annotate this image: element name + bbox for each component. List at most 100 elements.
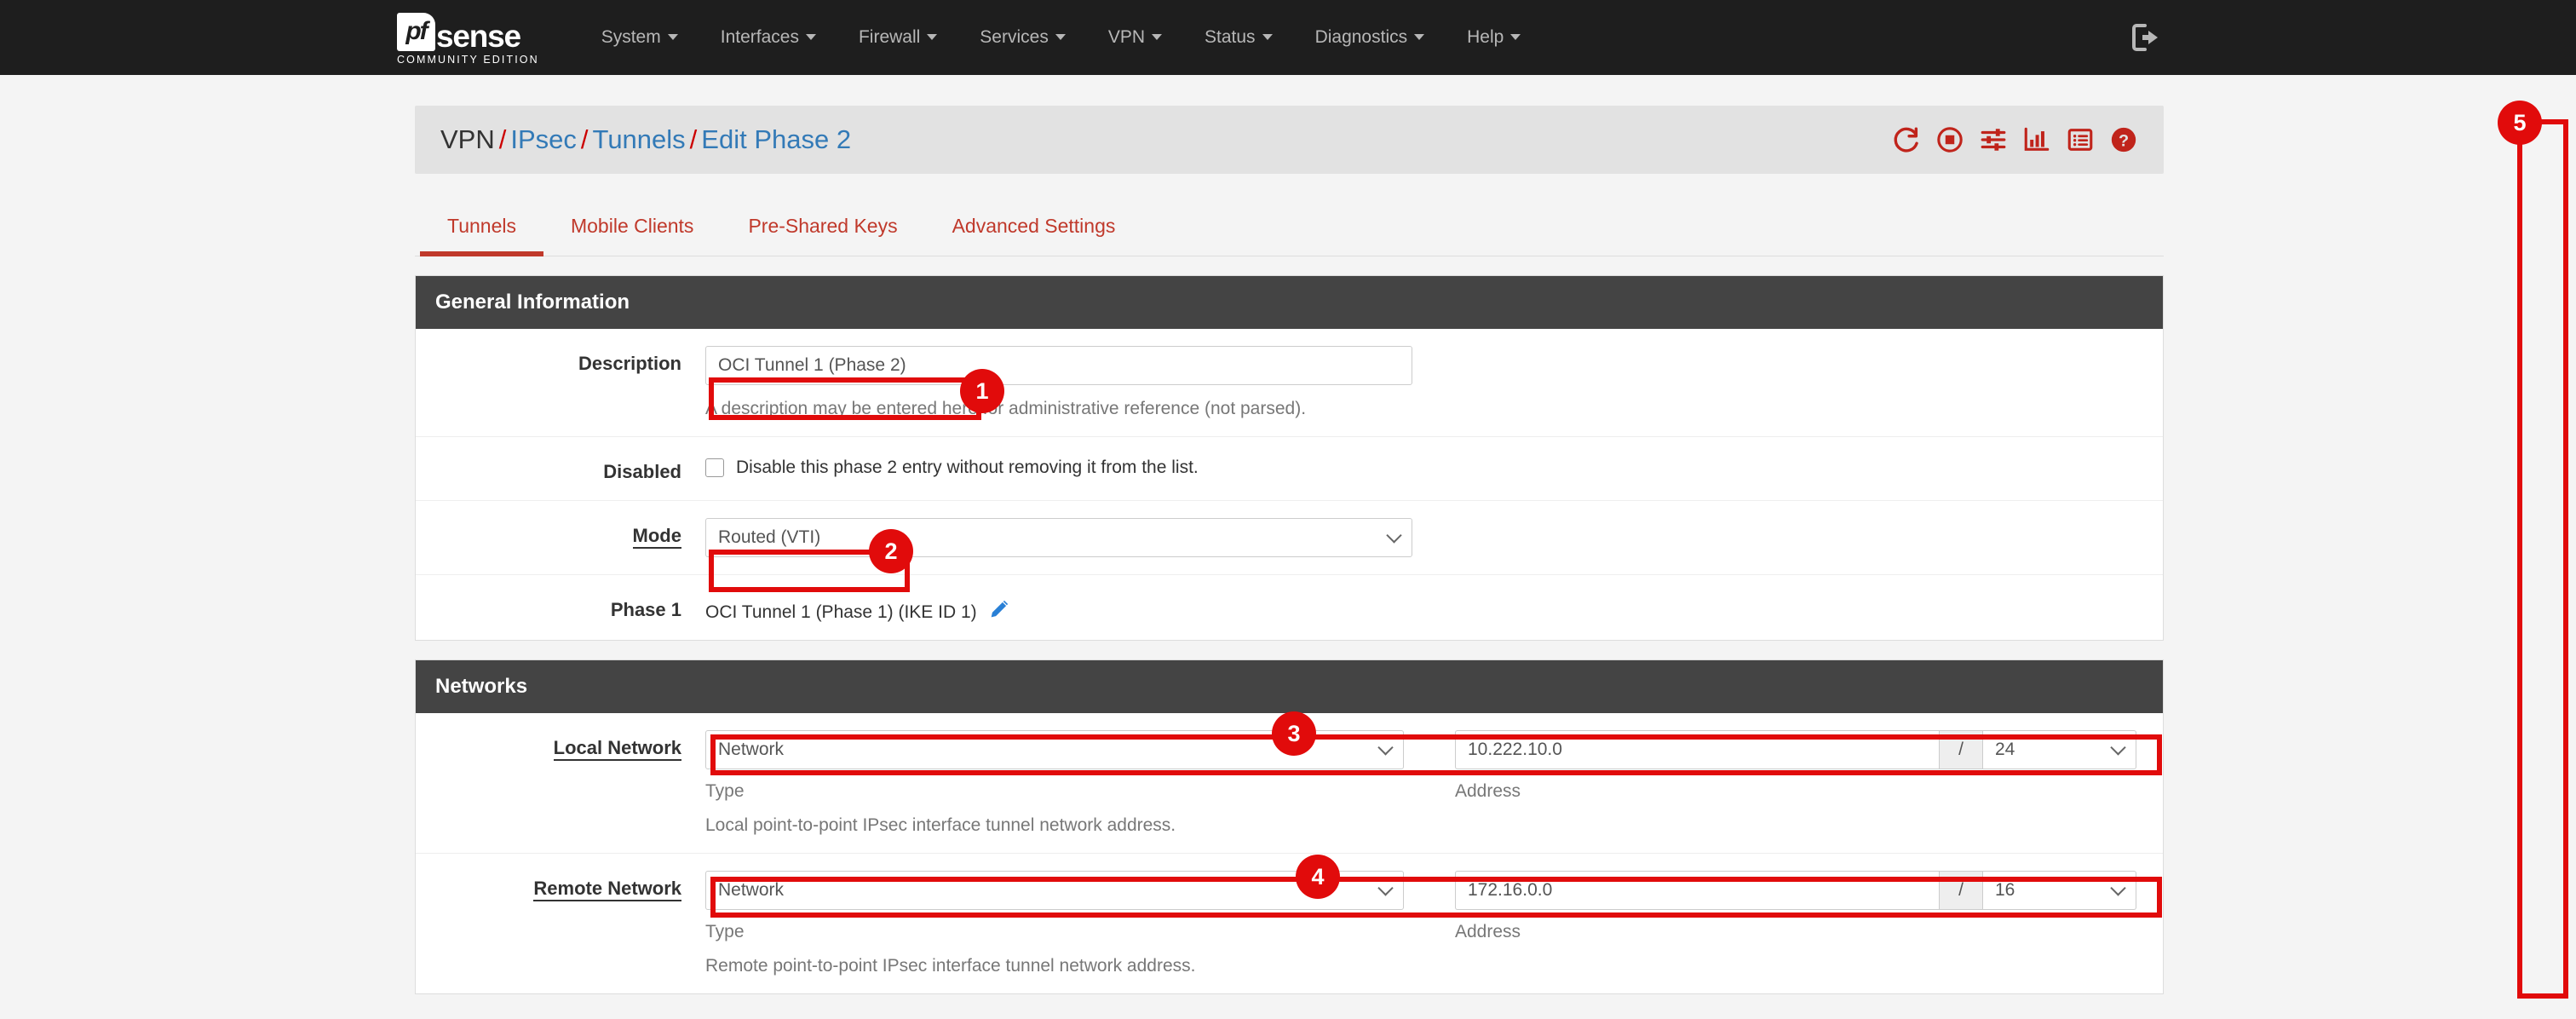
mode-select-value: Routed (VTI) (718, 527, 820, 548)
log-list-icon[interactable] (2066, 125, 2095, 154)
top-navbar: pf sense COMMUNITY EDITION System Interf… (0, 0, 2576, 75)
annotation-badge-2: 2 (869, 529, 913, 573)
chevron-down-icon (1377, 880, 1393, 895)
remote-network-type-value: Network (718, 880, 784, 901)
stop-service-icon[interactable] (1935, 125, 1964, 154)
local-network-control: Network 10.222.10.0 / 24 (705, 730, 2163, 836)
logo-mark: pf sense (397, 13, 539, 51)
nav-item-diagnostics[interactable]: Diagnostics (1294, 0, 1446, 75)
tab-label: Tunnels (447, 215, 516, 237)
chevron-down-icon (1414, 34, 1424, 40)
navbar-menu: System Interfaces Firewall Services VPN … (580, 0, 1543, 75)
local-network-prefix-value: 24 (1995, 740, 2015, 760)
local-network-prefix-select[interactable]: 24 (1983, 730, 2136, 769)
local-network-sublabels: Type Address (705, 781, 2141, 802)
sign-out-icon[interactable] (2131, 22, 2165, 53)
breadcrumb-item-vpn: VPN (440, 124, 495, 154)
help-circle-icon[interactable]: ? (2109, 125, 2138, 154)
logo-subtitle: COMMUNITY EDITION (397, 54, 539, 66)
content-container: VPN/IPsec/Tunnels/Edit Phase 2 (415, 75, 2164, 994)
nav-label: Status (1205, 27, 1256, 47)
general-information-panel: General Information Description OCI Tunn… (415, 275, 2164, 641)
general-information-heading: General Information (416, 276, 2163, 329)
networks-panel: Networks Local Network Network 10.222.10… (415, 659, 2164, 994)
chevron-down-icon (2110, 740, 2125, 755)
row-disabled: Disabled Disable this phase 2 entry with… (416, 437, 2163, 501)
remote-network-prefix-value: 16 (1995, 880, 2015, 901)
svg-text:?: ? (2119, 132, 2129, 151)
breadcrumb-separator: / (686, 124, 702, 154)
pfsense-logo[interactable]: pf sense COMMUNITY EDITION (397, 0, 539, 75)
mode-select[interactable]: Routed (VTI) (705, 518, 1412, 557)
restart-service-icon[interactable] (1892, 125, 1921, 154)
nav-item-interfaces[interactable]: Interfaces (699, 0, 837, 75)
networks-heading: Networks (416, 660, 2163, 713)
row-mode: Mode Routed (VTI) (416, 501, 2163, 575)
local-network-address-sublabel: Address (1455, 781, 1521, 802)
tab-bar: Tunnels Mobile Clients Pre-Shared Keys A… (415, 203, 2164, 256)
local-network-address-input[interactable]: 10.222.10.0 (1455, 730, 1939, 769)
logo-badge: pf (397, 13, 435, 51)
remote-network-address-input[interactable]: 172.16.0.0 (1455, 871, 1939, 910)
annotation-badge-4: 4 (1296, 855, 1340, 899)
disabled-label: Disabled (416, 454, 705, 483)
row-remote-network: Remote Network Network 172.16.0.0 / (416, 854, 2163, 993)
breadcrumb-separator: / (495, 124, 511, 154)
remote-network-label: Remote Network (416, 871, 705, 976)
breadcrumb-item-tunnels[interactable]: Tunnels (593, 124, 686, 154)
breadcrumb-item-ipsec[interactable]: IPsec (510, 124, 577, 154)
breadcrumb-actions: ? (1892, 125, 2138, 154)
remote-network-type-sublabel: Type (705, 922, 1404, 942)
nav-label: VPN (1108, 27, 1145, 47)
tab-advanced-settings[interactable]: Advanced Settings (925, 203, 1143, 256)
phase1-value: OCI Tunnel 1 (Phase 1) (IKE ID 1) (705, 602, 977, 622)
annotation-badge-3: 3 (1272, 711, 1316, 756)
sliders-icon[interactable] (1979, 125, 2008, 154)
pencil-edit-icon[interactable] (988, 598, 1010, 620)
nav-item-help[interactable]: Help (1446, 0, 1542, 75)
nav-item-system[interactable]: System (580, 0, 699, 75)
chevron-down-icon (927, 34, 937, 40)
chevron-down-icon (668, 34, 678, 40)
remote-network-prefix-select[interactable]: 16 (1983, 871, 2136, 910)
bar-chart-icon[interactable] (2022, 125, 2051, 154)
nav-item-vpn[interactable]: VPN (1087, 0, 1183, 75)
nav-item-services[interactable]: Services (958, 0, 1087, 75)
breadcrumb: VPN/IPsec/Tunnels/Edit Phase 2 (440, 124, 851, 155)
remote-network-inputs: Network 172.16.0.0 / 16 (705, 871, 2141, 910)
local-network-help: Local point-to-point IPsec interface tun… (705, 815, 2141, 836)
chevron-down-icon (806, 34, 816, 40)
nav-item-status[interactable]: Status (1183, 0, 1294, 75)
tab-pre-shared-keys[interactable]: Pre-Shared Keys (721, 203, 924, 256)
remote-network-label-text: Remote Network (533, 878, 681, 901)
phase1-control: OCI Tunnel 1 (Phase 1) (IKE ID 1) (705, 592, 2163, 623)
local-network-inputs: Network 10.222.10.0 / 24 (705, 730, 2141, 769)
logo-wordmark: sense (436, 22, 520, 51)
phase1-label: Phase 1 (416, 592, 705, 623)
nav-label: Help (1467, 27, 1504, 47)
tab-mobile-clients[interactable]: Mobile Clients (543, 203, 721, 256)
remote-network-help: Remote point-to-point IPsec interface tu… (705, 956, 2141, 976)
chevron-down-icon (2110, 880, 2125, 895)
disable-phase2-checkbox[interactable] (705, 458, 724, 477)
description-control: OCI Tunnel 1 (Phase 2) A description may… (705, 346, 2163, 419)
description-input[interactable]: OCI Tunnel 1 (Phase 2) (705, 346, 1412, 385)
tab-tunnels[interactable]: Tunnels (420, 203, 543, 256)
mode-label: Mode (416, 518, 705, 557)
nav-label: Diagnostics (1315, 27, 1408, 47)
chevron-down-icon (1510, 34, 1521, 40)
nav-item-firewall[interactable]: Firewall (837, 0, 958, 75)
tab-label: Pre-Shared Keys (748, 215, 897, 237)
description-label: Description (416, 346, 705, 419)
remote-network-address-group: 172.16.0.0 / 16 (1455, 871, 2136, 910)
nav-label: System (601, 27, 661, 47)
breadcrumb-bar: VPN/IPsec/Tunnels/Edit Phase 2 (415, 106, 2164, 174)
chevron-down-icon (1152, 34, 1162, 40)
breadcrumb-item-edit-phase-2[interactable]: Edit Phase 2 (701, 124, 851, 154)
local-network-address-group: 10.222.10.0 / 24 (1455, 730, 2136, 769)
phase1-value-wrap: OCI Tunnel 1 (Phase 1) (IKE ID 1) (705, 592, 2141, 623)
nav-label: Services (980, 27, 1049, 47)
annotation-badge-5: 5 (2498, 101, 2542, 145)
annotation-box-5 (2517, 119, 2568, 999)
nav-label: Interfaces (721, 27, 799, 47)
